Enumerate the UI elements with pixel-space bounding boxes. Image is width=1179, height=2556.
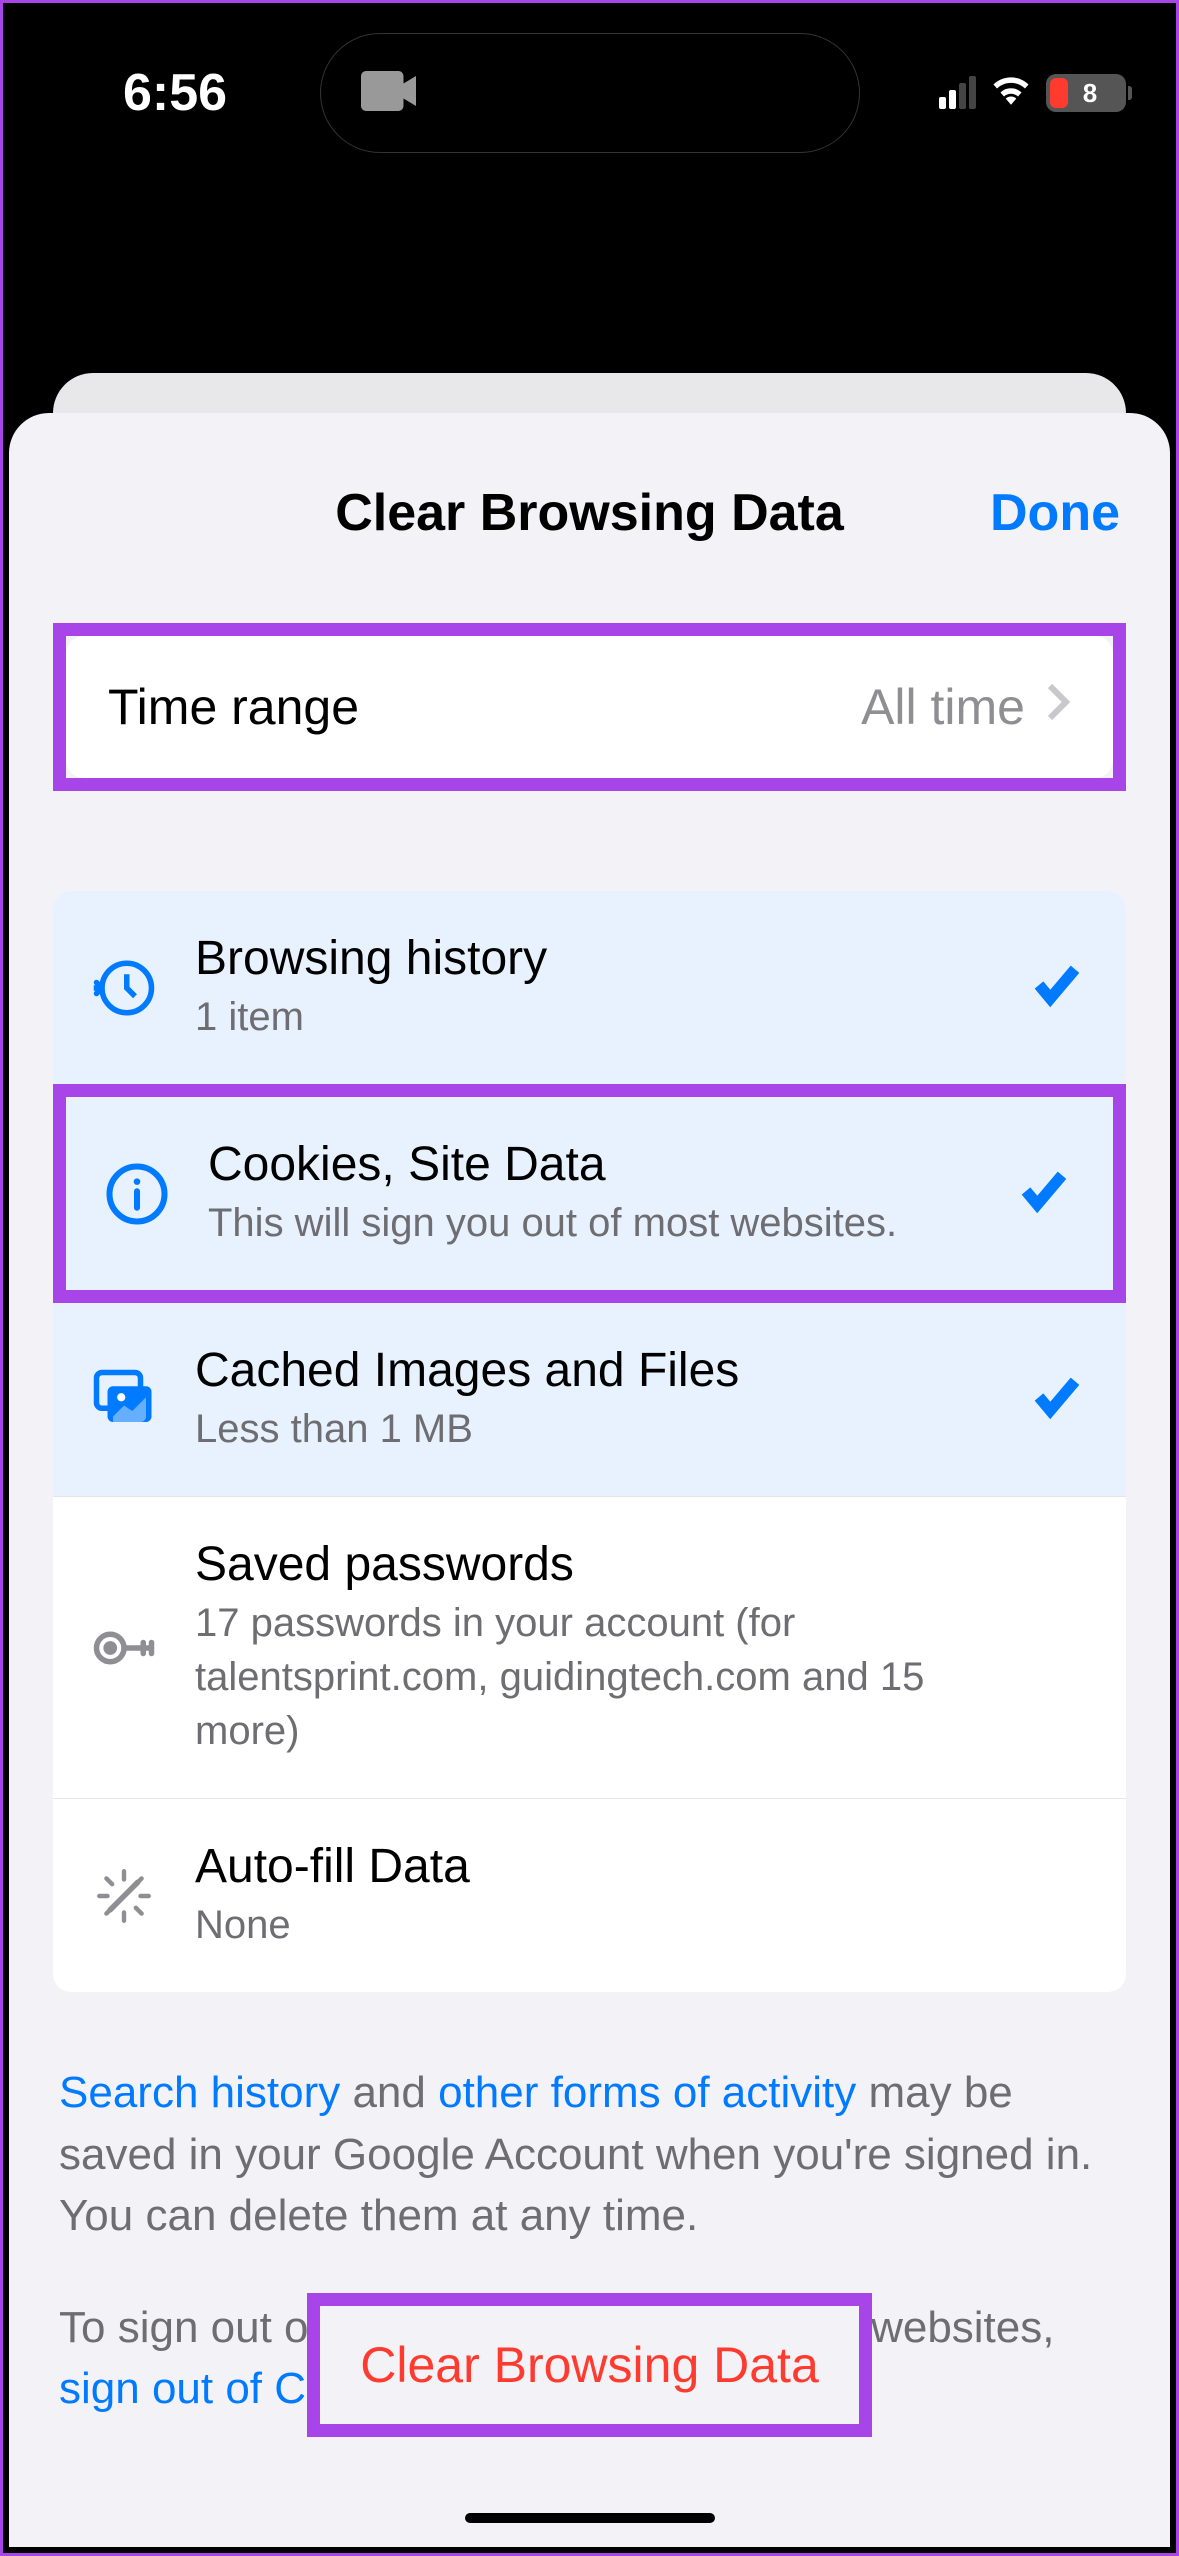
- history-icon: [89, 955, 159, 1021]
- autofill-row[interactable]: Auto-fill Data None: [53, 1798, 1126, 1992]
- status-indicators: 8: [939, 72, 1126, 115]
- status-bar: 6:56 8: [3, 3, 1176, 183]
- item-title: Saved passwords: [195, 1537, 994, 1592]
- modal-sheet: Clear Browsing Data Done Time range All …: [9, 413, 1170, 2547]
- cached-images-row[interactable]: Cached Images and Files Less than 1 MB: [53, 1303, 1126, 1496]
- done-button[interactable]: Done: [990, 483, 1120, 543]
- autofill-icon: [89, 1863, 159, 1929]
- images-icon: [89, 1367, 159, 1433]
- item-subtitle: None: [195, 1898, 994, 1952]
- home-indicator[interactable]: [465, 2513, 715, 2523]
- page-title: Clear Browsing Data: [335, 483, 844, 543]
- item-subtitle: This will sign you out of most websites.: [208, 1196, 981, 1250]
- item-title: Auto-fill Data: [195, 1839, 994, 1894]
- status-time: 6:56: [123, 63, 227, 123]
- browsing-history-row[interactable]: Browsing history 1 item: [53, 891, 1126, 1084]
- time-range-value: All time: [861, 678, 1025, 736]
- cellular-signal-icon: [939, 77, 976, 109]
- data-types-list: Browsing history 1 item Cookies, Site Da…: [53, 891, 1126, 1992]
- cookies-row[interactable]: Cookies, Site Data This will sign you ou…: [66, 1097, 1113, 1290]
- item-subtitle: 17 passwords in your account (for talent…: [195, 1596, 994, 1758]
- item-title: Cookies, Site Data: [208, 1137, 981, 1192]
- clear-browsing-data-button[interactable]: Clear Browsing Data: [307, 2293, 872, 2437]
- time-range-row[interactable]: Time range All time: [66, 636, 1113, 778]
- checkmark-icon: [1030, 1370, 1090, 1429]
- camera-icon: [361, 70, 421, 117]
- annotation-highlight-time-range: Time range All time: [53, 623, 1126, 791]
- sheet-header: Clear Browsing Data Done: [9, 463, 1170, 563]
- item-title: Cached Images and Files: [195, 1343, 994, 1398]
- dynamic-island[interactable]: [320, 33, 860, 153]
- checkmark-icon: [1017, 1164, 1077, 1223]
- battery-percent: 8: [1050, 78, 1130, 109]
- search-history-link[interactable]: Search history: [59, 2068, 340, 2117]
- info-icon: [102, 1161, 172, 1227]
- item-title: Browsing history: [195, 931, 994, 986]
- chevron-right-icon: [1045, 682, 1071, 732]
- item-subtitle: Less than 1 MB: [195, 1402, 994, 1456]
- other-activity-link[interactable]: other forms of activity: [438, 2068, 856, 2117]
- time-range-label: Time range: [108, 678, 359, 736]
- checkmark-icon: [1030, 958, 1090, 1017]
- saved-passwords-row[interactable]: Saved passwords 17 passwords in your acc…: [53, 1496, 1126, 1798]
- annotation-highlight-cookies: Cookies, Site Data This will sign you ou…: [53, 1084, 1126, 1303]
- battery-icon: 8: [1046, 74, 1126, 112]
- item-subtitle: 1 item: [195, 990, 994, 1044]
- key-icon: [89, 1615, 159, 1681]
- wifi-icon: [990, 72, 1032, 115]
